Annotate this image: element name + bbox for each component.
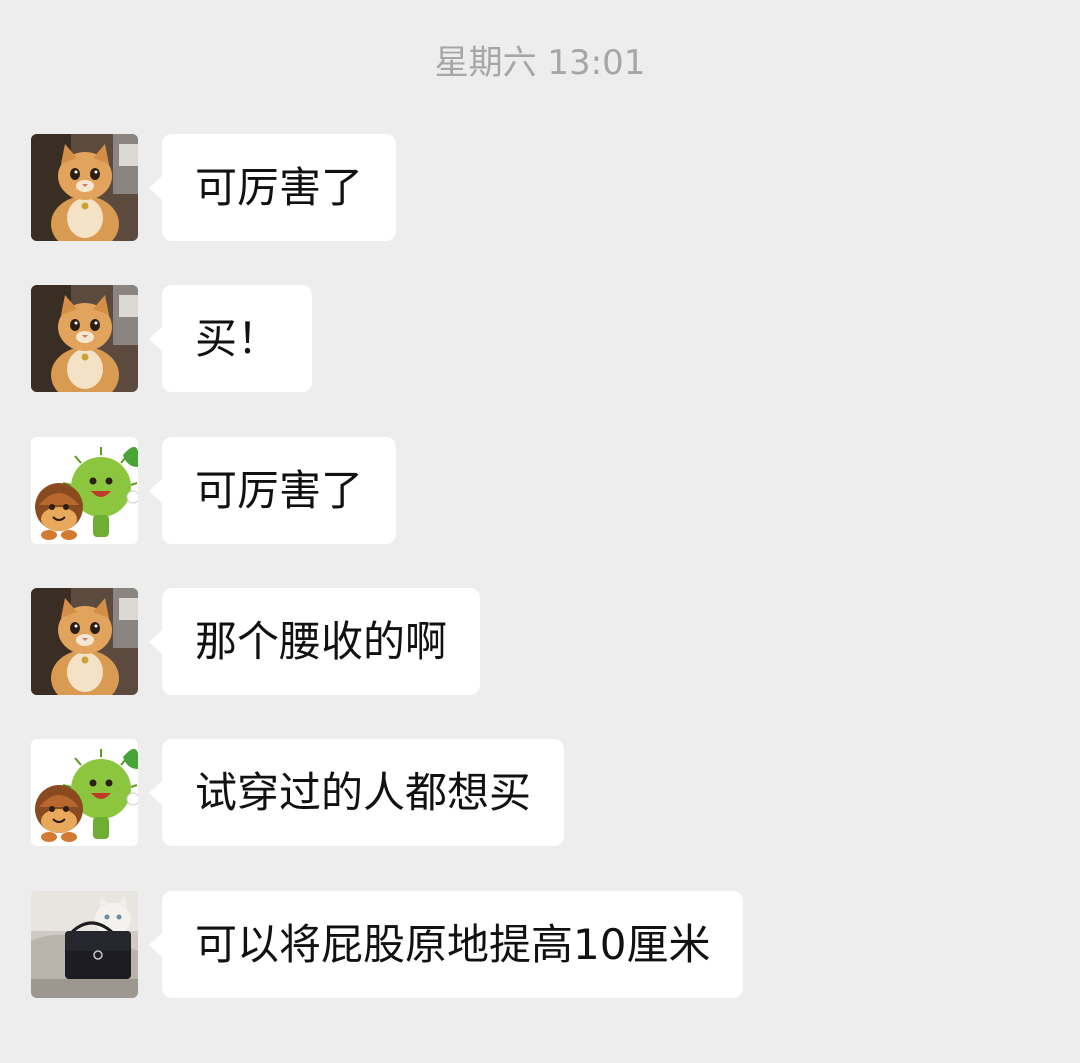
cat-avatar[interactable] — [31, 134, 138, 241]
message-text: 可以将屁股原地提高10厘米 — [195, 920, 711, 969]
message-text: 买！ — [195, 314, 280, 363]
message-text: 那个腰收的啊 — [195, 617, 448, 666]
timestamp: 星期六 13:01 — [434, 43, 646, 83]
chestnut-cartoon-avatar[interactable] — [31, 437, 138, 544]
message-text: 试穿过的人都想买 — [195, 768, 532, 817]
chestnut-cartoon-avatar[interactable] — [31, 739, 138, 846]
message-bubble[interactable]: 买！ — [148, 285, 313, 392]
message-text: 可厉害了 — [195, 466, 364, 515]
message-bubble[interactable]: 可以将屁股原地提高10厘米 — [148, 891, 744, 998]
cat-with-bag-avatar[interactable] — [31, 891, 138, 998]
message-bubble[interactable]: 可厉害了 — [148, 134, 397, 241]
cat-avatar[interactable] — [31, 588, 138, 695]
message-bubble[interactable]: 试穿过的人都想买 — [148, 739, 565, 846]
message-text: 可厉害了 — [195, 163, 364, 212]
message-bubble[interactable]: 可厉害了 — [148, 437, 397, 544]
cat-avatar[interactable] — [31, 285, 138, 392]
message-bubble[interactable]: 那个腰收的啊 — [148, 588, 481, 695]
